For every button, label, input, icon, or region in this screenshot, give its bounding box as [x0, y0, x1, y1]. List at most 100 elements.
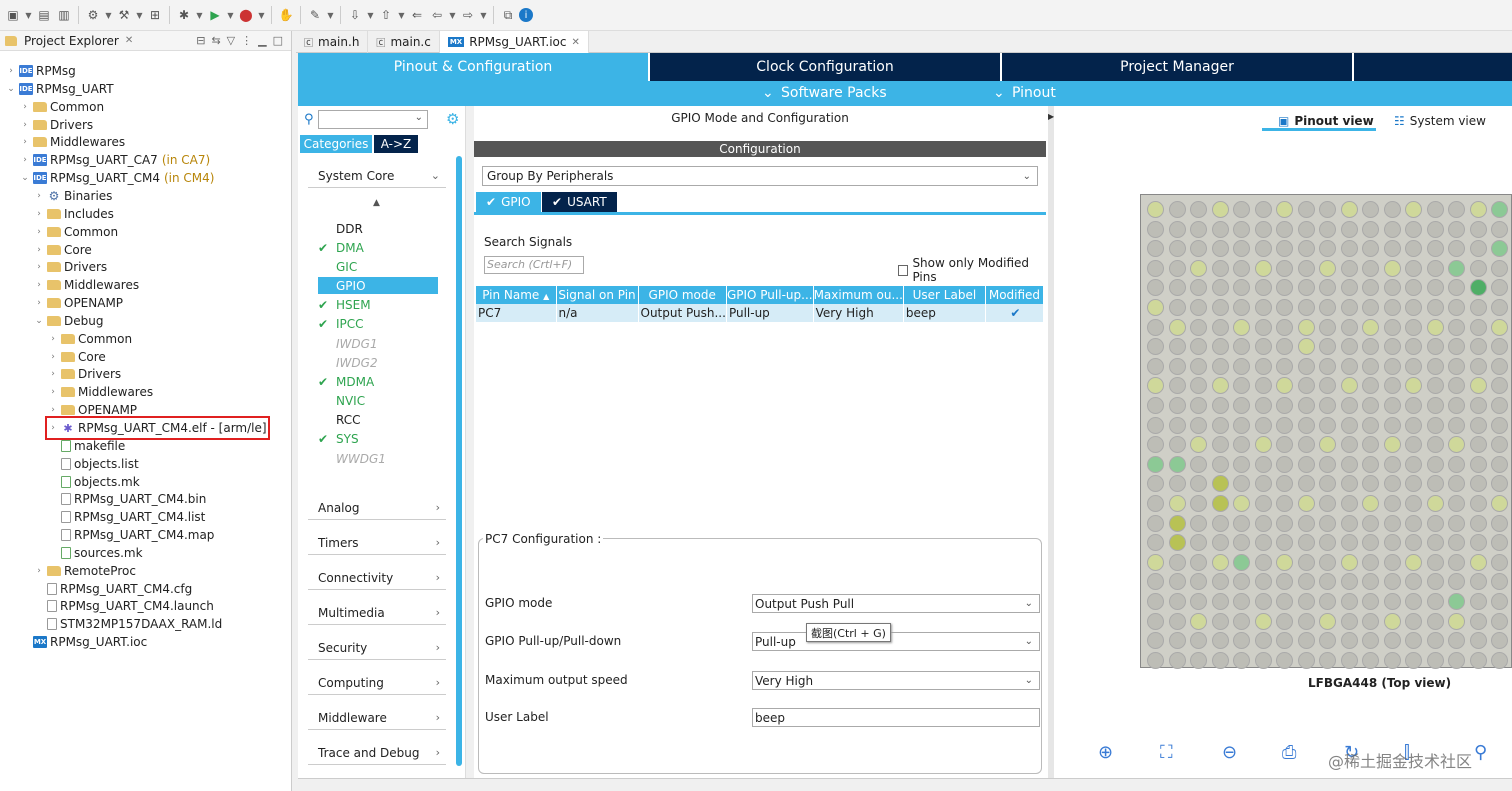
category-item-hsem[interactable]: ✔ HSEM	[318, 296, 438, 313]
category-item-ipcc[interactable]: ✔ IPCC	[318, 315, 438, 332]
chip-pin[interactable]	[1168, 553, 1186, 571]
chip-pin[interactable]	[1448, 259, 1465, 277]
chip-pin[interactable]	[1254, 436, 1272, 454]
chip-pin[interactable]	[1448, 593, 1465, 610]
chip-pin[interactable]	[1211, 573, 1229, 591]
info-icon[interactable]: i	[519, 8, 533, 22]
chip-pin[interactable]	[1340, 534, 1358, 552]
chip-pin[interactable]	[1168, 651, 1186, 669]
chip-pin[interactable]	[1147, 377, 1164, 395]
chip-pin[interactable]	[1448, 397, 1465, 414]
chip-pin[interactable]	[1168, 201, 1186, 218]
tree-item[interactable]: › Drivers	[34, 258, 107, 276]
chip-pin[interactable]	[1362, 455, 1379, 473]
chip-pin[interactable]	[1448, 553, 1465, 571]
chip-pin[interactable]	[1405, 495, 1422, 512]
chip-pin[interactable]	[1469, 573, 1487, 591]
chip-pin[interactable]	[1448, 632, 1465, 650]
chevron-right-icon[interactable]: ›	[48, 423, 58, 433]
chip-pin[interactable]	[1297, 534, 1315, 552]
chip-pin[interactable]	[1233, 240, 1250, 258]
category-timers[interactable]: Timers ›	[308, 531, 446, 555]
chip-pin[interactable]	[1340, 514, 1358, 532]
chip-pin[interactable]	[1340, 553, 1358, 571]
tree-item[interactable]: › OPENAMP	[48, 401, 137, 419]
chip-pin[interactable]	[1491, 279, 1508, 297]
chip-pin[interactable]	[1383, 573, 1401, 591]
chip-pin[interactable]	[1362, 573, 1379, 591]
chip-pin[interactable]	[1469, 593, 1487, 610]
chevron-right-icon[interactable]: ›	[34, 191, 44, 201]
tree-item[interactable]: RPMsg_UART_CM4.bin	[48, 490, 206, 508]
view-menu-icon[interactable]: ⋮	[241, 34, 252, 47]
a-z-toggle[interactable]: A->Z	[374, 135, 418, 153]
chevron-right-icon[interactable]: ›	[48, 369, 58, 379]
chip-pin[interactable]	[1297, 397, 1315, 414]
chip-pin[interactable]	[1233, 455, 1250, 473]
chip-pin[interactable]	[1233, 318, 1250, 336]
category-item-dma[interactable]: ✔ DMA	[318, 239, 438, 256]
chip-pin[interactable]	[1276, 534, 1293, 552]
chip-pin[interactable]	[1297, 495, 1315, 512]
chip-pin[interactable]	[1469, 240, 1487, 258]
chip-pin[interactable]	[1211, 514, 1229, 532]
chip-pin[interactable]	[1405, 632, 1422, 650]
chip-pin[interactable]	[1448, 573, 1465, 591]
search-signals-input[interactable]: Search (Crtl+F)	[484, 256, 584, 274]
chip-pin[interactable]	[1254, 318, 1272, 336]
chip-pin[interactable]	[1426, 201, 1444, 218]
chip-pin[interactable]	[1211, 553, 1229, 571]
chip-pin[interactable]	[1340, 632, 1358, 650]
tree-item[interactable]: MX RPMsg_UART.ioc	[20, 633, 147, 651]
category-item-nvic[interactable]: NVIC	[318, 392, 438, 409]
back-dropdown-icon[interactable]: ▼	[448, 6, 457, 24]
chip-pin[interactable]	[1340, 338, 1358, 356]
chip-pin[interactable]	[1168, 593, 1186, 610]
chip-pin[interactable]	[1276, 612, 1293, 630]
export-icon[interactable]: ⎙	[1282, 742, 1296, 763]
chevron-right-icon[interactable]: ›	[48, 405, 58, 415]
chip-pin[interactable]	[1254, 495, 1272, 512]
chip-pin[interactable]	[1233, 377, 1250, 395]
chip-pin[interactable]	[1147, 259, 1164, 277]
chip-pin[interactable]	[1491, 632, 1508, 650]
chip-pin[interactable]	[1297, 632, 1315, 650]
chip-pin[interactable]	[1147, 534, 1164, 552]
chip-pin[interactable]	[1147, 651, 1164, 669]
chip-pin[interactable]	[1276, 436, 1293, 454]
chip-pin[interactable]	[1147, 612, 1164, 630]
chip-pin[interactable]	[1383, 651, 1401, 669]
chip-pin[interactable]	[1276, 553, 1293, 571]
chip-pin[interactable]	[1168, 455, 1186, 473]
table-row[interactable]: PC7 n/a Output Push... Pull-up Very High…	[476, 304, 1045, 322]
chip-pin[interactable]	[1168, 534, 1186, 552]
chip-pin[interactable]	[1319, 201, 1336, 218]
chip-pin[interactable]	[1383, 338, 1401, 356]
chip-pin[interactable]	[1448, 514, 1465, 532]
chip-pin[interactable]	[1211, 612, 1229, 630]
chip-pin[interactable]	[1383, 632, 1401, 650]
chevron-right-icon[interactable]: ›	[34, 262, 44, 272]
chip-pin[interactable]	[1190, 299, 1207, 316]
debug-dropdown-icon[interactable]: ▼	[195, 6, 204, 24]
chip-pin[interactable]	[1147, 279, 1164, 297]
chip-pin[interactable]	[1147, 573, 1164, 591]
category-item-iwdg2[interactable]: IWDG2	[318, 354, 438, 371]
chip-pin[interactable]	[1276, 299, 1293, 316]
chip-pin[interactable]	[1491, 220, 1508, 238]
chip-pin[interactable]	[1168, 612, 1186, 630]
chip-pin[interactable]	[1383, 553, 1401, 571]
chevron-right-icon[interactable]: ›	[20, 120, 30, 130]
chip-pin[interactable]	[1469, 612, 1487, 630]
chip-pin[interactable]	[1340, 357, 1358, 375]
minimize-icon[interactable]: ▁	[258, 34, 266, 47]
chip-pin[interactable]	[1469, 514, 1487, 532]
chevron-down-icon[interactable]: ⌄	[20, 173, 30, 183]
chip-pin[interactable]	[1168, 259, 1186, 277]
chip-pin[interactable]	[1383, 397, 1401, 414]
chip-pin[interactable]	[1491, 651, 1508, 669]
chip-pin[interactable]	[1491, 338, 1508, 356]
annotation-next-icon[interactable]: ⇩	[346, 6, 364, 24]
chip-pin[interactable]	[1233, 632, 1250, 650]
chip-pin[interactable]	[1491, 240, 1508, 258]
